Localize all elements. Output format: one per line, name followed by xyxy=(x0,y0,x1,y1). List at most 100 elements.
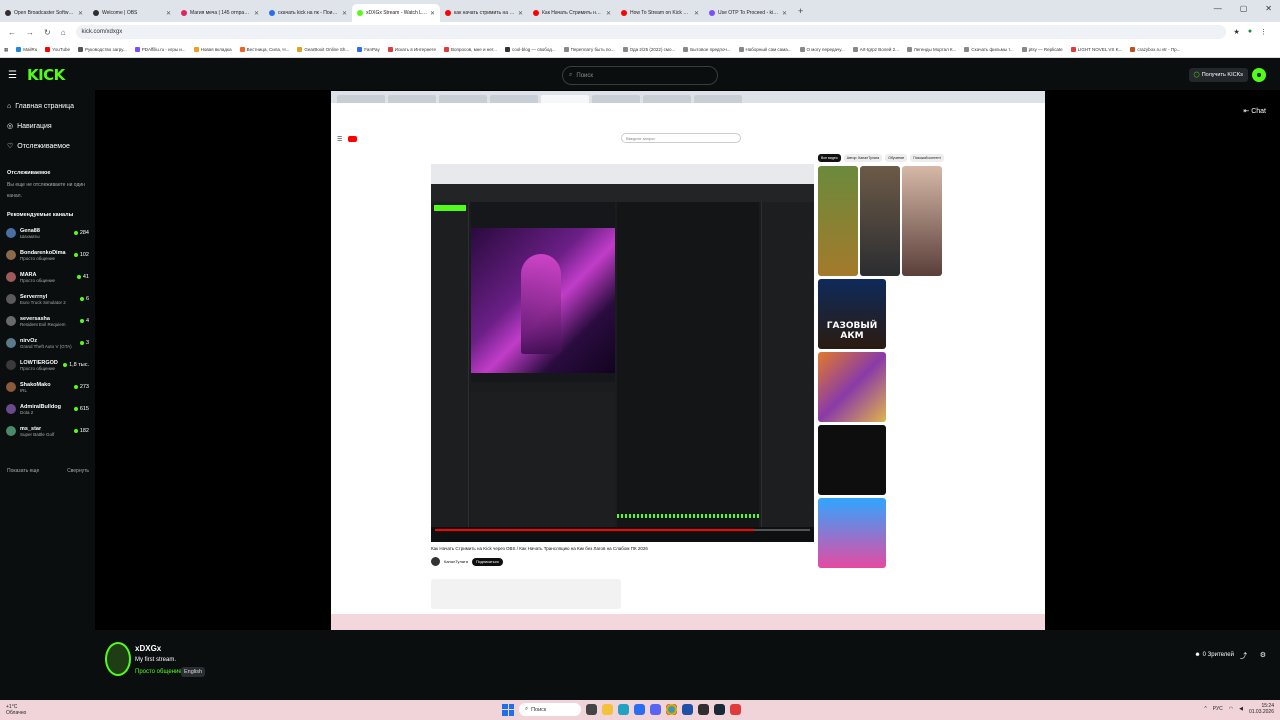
bookmark-item[interactable]: Искать в Интернете xyxy=(387,47,436,52)
recommended-channel[interactable]: ShakoMako IRL 273 xyxy=(0,376,95,398)
tab-close-icon[interactable]: ✕ xyxy=(518,10,523,17)
bookmark-item[interactable]: Бытовое предпоч... xyxy=(683,47,731,52)
discord-icon[interactable] xyxy=(650,704,661,715)
hamburger-menu-icon[interactable]: ☰ xyxy=(8,70,17,81)
bookmark-item[interactable]: LIGHT NOVEL VS K... xyxy=(1070,47,1122,52)
browser-tab[interactable]: Welcome | OBS ✕ xyxy=(88,4,176,22)
back-icon[interactable]: ← xyxy=(8,28,16,37)
reload-icon[interactable]: ↻ xyxy=(44,28,51,37)
tab-close-icon[interactable]: ✕ xyxy=(430,10,435,17)
bookmark-label: FanPay xyxy=(364,47,380,52)
recommended-channel[interactable]: ms_star Super Battle Golf 182 xyxy=(0,420,95,442)
steam-icon[interactable] xyxy=(714,704,725,715)
tab-close-icon[interactable]: ✕ xyxy=(782,10,787,17)
bookmark-item[interactable]: Ода 2/25 (2022) смо... xyxy=(622,47,675,52)
bookmark-item[interactable]: crazybox.ru vtr - Пр... xyxy=(1130,47,1180,52)
chrome-icon[interactable] xyxy=(666,704,677,715)
settings-icon[interactable]: ⚙ xyxy=(1260,651,1266,659)
bookmark-item[interactable]: Скачать фильмы т... xyxy=(964,47,1014,52)
recommended-channel[interactable]: seversasha Resident Evil Requiem 4 xyxy=(0,310,95,332)
get-kicks-button[interactable]: ◯ Получить KICKs xyxy=(1188,68,1248,82)
bookmark-item[interactable]: Переплату быть по... xyxy=(563,47,615,52)
browser-tab[interactable]: как начать стримить на kick ✕ xyxy=(440,4,528,22)
recommended-channel[interactable]: MARA Просто общение 41 xyxy=(0,266,95,288)
tab-close-icon[interactable]: ✕ xyxy=(78,10,83,17)
recommended-channel[interactable]: LOWTIERGOD Просто общение 1,8 тыс. xyxy=(0,354,95,376)
menu-icon[interactable]: ⋮ xyxy=(1260,28,1267,36)
bookmark-item[interactable]: Art-tgrpz Волей 2... xyxy=(852,47,899,52)
browser-tab[interactable]: Как Начать Стримить на Kick...✕ xyxy=(528,4,616,22)
bookmark-item[interactable]: Вестница, Сила, Н... xyxy=(239,47,289,52)
share-icon[interactable]: ⤴ xyxy=(1240,651,1247,661)
close-button[interactable]: ✕ xyxy=(1265,4,1272,13)
tab-close-icon[interactable]: ✕ xyxy=(694,10,699,17)
recommended-channel[interactable]: BondarenkoDima Просто общение 102 xyxy=(0,244,95,266)
star-icon[interactable]: ★ xyxy=(1234,28,1240,36)
edge-icon[interactable] xyxy=(618,704,629,715)
file-explorer-icon[interactable] xyxy=(602,704,613,715)
taskbar-search[interactable]: ⌕ Поиск xyxy=(519,703,581,716)
tab-close-icon[interactable]: ✕ xyxy=(254,10,259,17)
browser-tab[interactable]: Open Broadcaster Software | O...✕ xyxy=(0,4,88,22)
browser-tab[interactable]: Магия меча | 145 отправки... ✕ xyxy=(176,4,264,22)
browser-tab[interactable]: xDXGx Stream - Watch Live ✕ xyxy=(352,4,440,22)
collapse-button[interactable]: Свернуть xyxy=(67,468,89,474)
tray-chevron-icon[interactable]: ^ xyxy=(1204,706,1206,712)
apps-icon[interactable]: ▦ xyxy=(4,47,8,53)
browser-tab[interactable]: How To Stream on Kick Using...✕ xyxy=(616,4,704,22)
task-view-icon[interactable] xyxy=(586,704,597,715)
chat-toggle-button[interactable]: ⇤ Chat xyxy=(1243,107,1266,116)
bookmark-item[interactable]: GearBoxit Online Sh... xyxy=(297,47,349,52)
bookmark-item[interactable]: FanPay xyxy=(357,47,380,52)
bookmark-item[interactable]: О могу передачу... xyxy=(799,47,845,52)
obs-icon[interactable] xyxy=(698,704,709,715)
bookmark-item[interactable]: Легенды Мортал К... xyxy=(906,47,956,52)
video-player[interactable]: ☰ Введите запрос Как Начать Стримить на … xyxy=(331,91,1045,630)
bookmark-item[interactable]: YouTube xyxy=(45,47,70,52)
language-indicator[interactable]: РУС xyxy=(1213,706,1223,712)
volume-icon[interactable]: ◀ xyxy=(1239,706,1243,712)
url-field[interactable]: kick.com/xdxgx xyxy=(75,25,1226,39)
recommended-channel[interactable]: AdmiralBulldog Dota 2 615 xyxy=(0,398,95,420)
new-tab-button[interactable]: + xyxy=(792,6,809,16)
sidebar-nav-item[interactable]: ◎ Навигация xyxy=(7,116,95,136)
stream-language-tag[interactable]: English xyxy=(181,667,206,677)
forward-icon[interactable]: → xyxy=(26,28,34,37)
tab-close-icon[interactable]: ✕ xyxy=(606,10,611,17)
streamer-name[interactable]: xDXGx xyxy=(135,644,161,653)
recommended-channel[interactable]: Serverrnyl Euro Truck Simulator 2 6 xyxy=(0,288,95,310)
bookmark-item[interactable]: PDAffiliu.ru - игры и... xyxy=(134,47,186,52)
search-input[interactable]: ⌕ Поиск xyxy=(562,66,718,85)
show-more-button[interactable]: Показать еще xyxy=(7,468,39,474)
bookmark-item[interactable]: Вопросов, мне и нет... xyxy=(444,47,497,52)
recommended-channel[interactable]: nirvOz Grand Theft Auto V (GTA) 3 xyxy=(0,332,95,354)
bookmark-item[interactable]: Новая вкладка xyxy=(193,47,232,52)
kick-logo[interactable]: KICK xyxy=(27,66,65,84)
tab-close-icon[interactable]: ✕ xyxy=(342,10,347,17)
bookmark-item[interactable]: cool-blog — свобод... xyxy=(504,47,556,52)
browser-tab[interactable]: скачать kick на пк - Поиск в... ✕ xyxy=(264,4,352,22)
browser-tab[interactable]: Use OTP To Proceed - kirpyrgo✕ xyxy=(704,4,792,22)
tab-close-icon[interactable]: ✕ xyxy=(166,10,171,17)
wifi-icon[interactable]: ◠ xyxy=(1229,706,1233,712)
mail-icon[interactable] xyxy=(634,704,645,715)
sidebar-nav-item[interactable]: ♡ Отслеживаемое xyxy=(7,136,95,156)
stream-category[interactable]: Просто общение xyxy=(135,669,182,675)
bookmark-item[interactable]: ptsy — Replicate xyxy=(1021,47,1063,52)
weather-widget[interactable]: +1°C Облачно xyxy=(6,704,26,716)
recommended-channel[interactable]: Gena88 Шахматы 284 xyxy=(0,222,95,244)
clock[interactable]: 15:24 01.03.2026 xyxy=(1249,703,1274,715)
user-avatar[interactable]: ☻ xyxy=(1252,68,1266,82)
bookmark-item[interactable]: Руководство загру... xyxy=(77,47,127,52)
windows-start-icon[interactable] xyxy=(502,703,514,716)
bookmark-item[interactable]: MailRu xyxy=(16,47,37,52)
maximize-button[interactable]: ▢ xyxy=(1240,4,1248,13)
profile-icon[interactable]: ● xyxy=(1248,28,1252,36)
app-icon[interactable] xyxy=(730,704,741,715)
home-icon[interactable]: ⌂ xyxy=(61,28,66,37)
app-icon[interactable] xyxy=(682,704,693,715)
sidebar-nav-item[interactable]: ⌂ Главная страница xyxy=(7,96,95,116)
bookmark-item[interactable]: Наборный сам сама... xyxy=(738,47,792,52)
streamer-avatar[interactable] xyxy=(105,642,131,676)
minimize-button[interactable]: — xyxy=(1214,4,1222,13)
